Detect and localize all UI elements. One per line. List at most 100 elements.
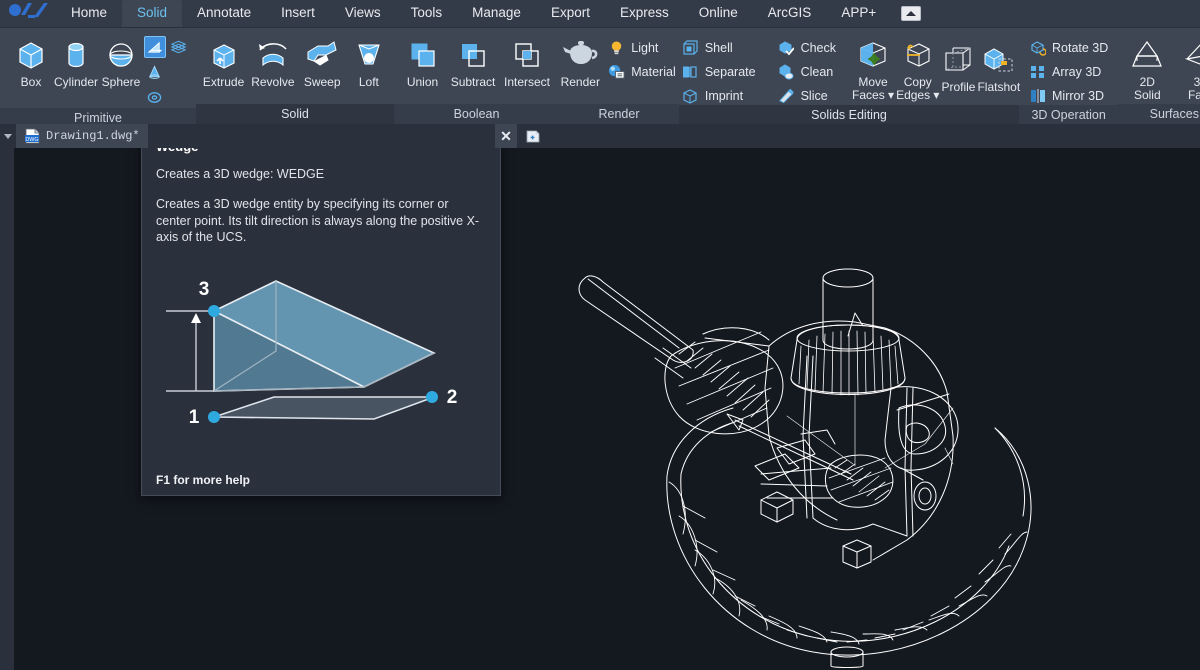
drawing-model-differential-gear-assembly	[555, 268, 1075, 670]
button-subtract[interactable]: Subtract	[447, 32, 499, 89]
close-document-button[interactable]: ✕	[495, 124, 517, 148]
tab-arcgis[interactable]: ArcGIS	[753, 0, 827, 27]
button-rotate-3d[interactable]: Rotate 3D	[1025, 38, 1112, 57]
move-faces-icon	[856, 35, 890, 75]
command-tooltip-wedge: Wedge Creates a 3D wedge: WEDGE Creates …	[141, 148, 501, 496]
drawing-viewport[interactable]: Wedge Creates a 3D wedge: WEDGE Creates …	[0, 148, 1200, 670]
button-2d-solid[interactable]: 2D Solid	[1124, 32, 1170, 102]
button-box[interactable]: Box	[10, 32, 52, 89]
tab-manage[interactable]: Manage	[457, 0, 536, 27]
button-rotate-3d-label: Rotate 3D	[1052, 40, 1109, 55]
polysolid-icon	[171, 40, 187, 54]
tab-express[interactable]: Express	[605, 0, 684, 27]
tab-appplus[interactable]: APP+	[826, 0, 891, 27]
button-separate[interactable]: Separate	[678, 62, 760, 81]
cone-icon	[149, 65, 161, 79]
flatshot-icon	[982, 40, 1016, 80]
button-polysolid[interactable]	[168, 36, 190, 58]
ribbon-panel-surfaces: 2D Solid 3D Face	[1118, 28, 1200, 124]
cad-application-window: Home Solid Annotate Insert Views Tools M…	[0, 0, 1200, 670]
tab-tools[interactable]: Tools	[396, 0, 458, 27]
button-3d-face[interactable]: 3D Face	[1178, 32, 1200, 102]
sweep-icon	[304, 35, 340, 75]
button-revolve[interactable]: Revolve	[251, 32, 295, 89]
button-extrude-label: Extrude	[202, 75, 245, 89]
button-wedge[interactable]	[143, 36, 166, 58]
tab-views[interactable]: Views	[330, 0, 396, 27]
app-logo[interactable]	[0, 0, 56, 27]
panel-label-surfaces: Surfaces	[1118, 104, 1200, 124]
tooltip-description: Creates a 3D wedge entity by specifying …	[156, 197, 480, 244]
button-subtract-label: Subtract	[450, 75, 496, 89]
wedge-point-3	[208, 305, 220, 317]
button-flatshot-label: Flatshot	[977, 80, 1021, 94]
sphere-icon	[104, 35, 138, 75]
button-union[interactable]: Union	[400, 32, 445, 89]
dropdown-caret-move-faces: ▾	[884, 88, 895, 102]
document-tab-drawing1[interactable]: DWG Drawing1.dwg*	[16, 124, 148, 148]
button-move-faces-label-1: Move	[858, 75, 888, 89]
document-list-dropdown[interactable]	[0, 124, 16, 148]
imprint-icon	[682, 87, 699, 104]
separate-icon	[682, 63, 699, 80]
tab-insert[interactable]: Insert	[266, 0, 330, 27]
tab-annotate[interactable]: Annotate	[182, 0, 266, 27]
button-intersect[interactable]: Intersect	[501, 32, 553, 89]
box-icon	[14, 35, 48, 75]
button-imprint[interactable]: Imprint	[678, 86, 760, 105]
solids-editing-column-1: Shell Separate Imprint	[678, 32, 760, 105]
minimize-ribbon-button[interactable]	[901, 6, 922, 21]
button-copy-edges[interactable]: Copy Edges ▾	[896, 32, 939, 102]
button-revolve-label: Revolve	[251, 75, 295, 89]
tab-home[interactable]: Home	[56, 0, 122, 27]
button-move-faces[interactable]: Move Faces ▾	[852, 32, 894, 102]
button-slice-label: Slice	[800, 88, 828, 103]
button-torus[interactable]	[144, 86, 166, 108]
button-render[interactable]: Render	[560, 32, 600, 89]
tab-solid[interactable]: Solid	[122, 0, 183, 27]
button-3d-face-label-1: 3D	[1193, 75, 1200, 89]
dwg-file-icon: DWG	[25, 128, 40, 144]
wedge-label-3: 3	[199, 279, 210, 300]
button-light[interactable]: Light	[604, 38, 679, 57]
new-document-button[interactable]	[521, 124, 545, 148]
cylinder-icon	[59, 35, 93, 75]
3d-face-icon	[1183, 35, 1200, 75]
extrude-icon	[207, 35, 241, 75]
button-sphere[interactable]: Sphere	[100, 32, 142, 89]
tab-online[interactable]: Online	[684, 0, 753, 27]
button-array-3d-label: Array 3D	[1052, 64, 1102, 79]
tooltip-footer: F1 for more help	[156, 473, 251, 487]
button-material-label: Material	[631, 64, 676, 79]
tab-export[interactable]: Export	[536, 0, 605, 27]
button-sphere-label: Sphere	[101, 75, 141, 89]
button-profile[interactable]: Profile	[941, 32, 975, 94]
button-check[interactable]: Check	[774, 38, 840, 57]
button-extrude[interactable]: Extrude	[202, 32, 245, 89]
profile-icon	[941, 40, 975, 80]
button-shell[interactable]: Shell	[678, 38, 760, 57]
button-copy-edges-label-1: Copy	[903, 75, 932, 89]
ribbon: Box Cylinder Sphere Primitive Extrude Re…	[0, 28, 1200, 128]
button-render-label: Render	[560, 75, 600, 89]
viewport-left-rail	[0, 148, 14, 670]
panel-label-3d-operation: 3D Operation	[1019, 105, 1119, 125]
button-mirror-3d[interactable]: Mirror 3D	[1025, 86, 1112, 105]
button-clean-label: Clean	[800, 64, 834, 79]
button-sweep[interactable]: Sweep	[301, 32, 344, 89]
mirror-3d-icon	[1029, 87, 1046, 104]
revolve-icon	[254, 35, 292, 75]
button-loft-label: Loft	[358, 75, 379, 89]
button-array-3d[interactable]: Array 3D	[1025, 62, 1112, 81]
button-loft[interactable]: Loft	[350, 32, 388, 89]
ribbon-panel-3d-operation: Rotate 3D Array 3D Mirror 3D 3D Operatio…	[1019, 28, 1119, 125]
button-clean[interactable]: Clean	[774, 62, 840, 81]
clean-icon	[778, 63, 795, 80]
button-flatshot[interactable]: Flatshot	[977, 32, 1020, 94]
button-slice[interactable]: Slice	[774, 86, 840, 105]
button-cone[interactable]	[144, 61, 166, 83]
slice-icon	[778, 87, 795, 104]
button-material[interactable]: Material	[604, 62, 679, 81]
button-cylinder[interactable]: Cylinder	[54, 32, 98, 89]
union-icon	[406, 35, 440, 75]
